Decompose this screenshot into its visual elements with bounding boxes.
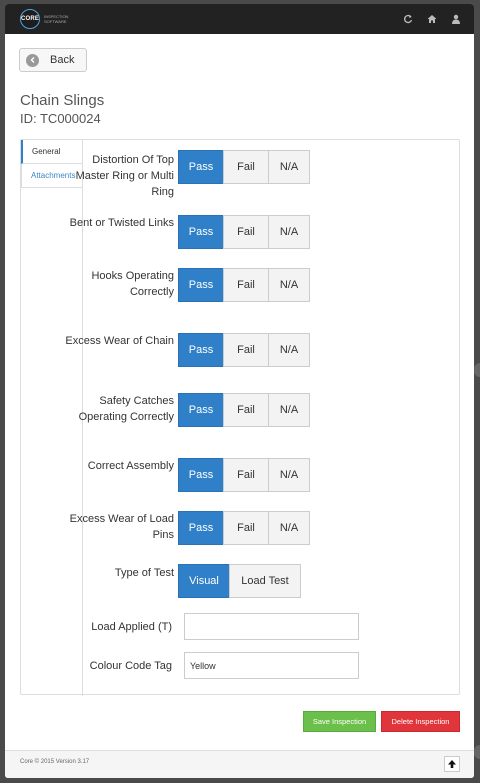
check-row-safety-catches: Safety Catches Operating Correctly Pass …	[79, 393, 454, 443]
na-button[interactable]: N/A	[268, 393, 310, 427]
footer-version: Core © 2015 Version 3.17	[20, 759, 90, 765]
check-row-distortion: Distortion Of Top Master Ring or Multi R…	[76, 150, 454, 200]
pass-fail-group: Pass Fail N/A	[178, 511, 310, 545]
pass-button[interactable]: Pass	[178, 458, 224, 492]
logo[interactable]: CORE INSPECTION SOFTWARE	[20, 9, 74, 29]
check-label: Bent or Twisted Links	[69, 217, 174, 229]
check-row-chain-wear: Excess Wear of Chain Pass Fail N/A	[65, 333, 454, 367]
fail-button[interactable]: Fail	[223, 458, 269, 492]
app-window: CORE INSPECTION SOFTWARE Back Chain Slin…	[5, 4, 474, 778]
check-row-hooks: Hooks Operating Correctly Pass Fail N/A	[84, 268, 454, 318]
logo-badge: CORE	[20, 9, 40, 29]
home-icon[interactable]	[420, 12, 444, 26]
na-button[interactable]: N/A	[268, 333, 310, 367]
pass-button[interactable]: Pass	[178, 150, 224, 184]
pass-button[interactable]: Pass	[178, 268, 224, 302]
pass-button[interactable]: Pass	[178, 215, 224, 249]
user-icon[interactable]	[444, 12, 468, 26]
arrow-left-icon	[26, 53, 39, 67]
fail-button[interactable]: Fail	[223, 511, 269, 545]
visual-button[interactable]: Visual	[178, 564, 230, 598]
check-label: Hooks Operating Correctly	[91, 270, 174, 298]
fail-button[interactable]: Fail	[223, 333, 269, 367]
check-label: Correct Assembly	[87, 460, 174, 472]
back-label: Back	[50, 54, 75, 66]
pass-fail-group: Pass Fail N/A	[178, 393, 310, 427]
delete-inspection-button[interactable]: Delete Inspection	[381, 711, 460, 732]
load-applied-label: Load Applied (T)	[91, 621, 172, 633]
page-title: Chain Slings	[20, 92, 105, 109]
pass-button[interactable]: Pass	[178, 393, 224, 427]
logo-subtitle: INSPECTION SOFTWARE	[44, 14, 69, 24]
na-button[interactable]: N/A	[268, 215, 310, 249]
check-label: Excess Wear of Chain	[65, 335, 174, 347]
arrow-up-icon	[448, 760, 456, 768]
window-edge-handle	[474, 363, 480, 377]
pass-fail-group: Pass Fail N/A	[178, 333, 310, 367]
pass-button[interactable]: Pass	[178, 333, 224, 367]
check-row-bent-links: Bent or Twisted Links Pass Fail N/A	[70, 215, 454, 249]
pass-fail-group: Pass Fail N/A	[178, 215, 310, 249]
top-navbar: CORE INSPECTION SOFTWARE	[5, 4, 474, 34]
test-type-group: Visual Load Test	[178, 564, 301, 598]
window-edge-handle	[474, 745, 480, 759]
fail-button[interactable]: Fail	[223, 393, 269, 427]
inspection-panel: General Attachments Distortion Of Top Ma…	[20, 139, 460, 696]
fail-button[interactable]: Fail	[223, 215, 269, 249]
check-label: Excess Wear of Load Pins	[69, 513, 174, 541]
fail-button[interactable]: Fail	[223, 268, 269, 302]
footer: Core © 2015 Version 3.17	[5, 750, 474, 778]
header-icons	[396, 12, 468, 26]
na-button[interactable]: N/A	[268, 458, 310, 492]
save-inspection-button[interactable]: Save Inspection	[303, 711, 376, 732]
back-button[interactable]: Back	[19, 48, 87, 72]
load-applied-input[interactable]	[184, 613, 359, 640]
record-id: ID: TC000024	[20, 111, 101, 126]
pass-fail-group: Pass Fail N/A	[178, 150, 310, 184]
logo-text: CORE	[20, 16, 40, 22]
refresh-icon[interactable]	[396, 12, 420, 26]
load-test-button[interactable]: Load Test	[229, 564, 301, 598]
na-button[interactable]: N/A	[268, 150, 310, 184]
check-label: Distortion Of Top Master Ring or Multi R…	[75, 154, 174, 198]
na-button[interactable]: N/A	[268, 511, 310, 545]
pass-fail-group: Pass Fail N/A	[178, 458, 310, 492]
fail-button[interactable]: Fail	[223, 150, 269, 184]
na-button[interactable]: N/A	[268, 268, 310, 302]
main-content: Back Chain Slings ID: TC000024 General A…	[5, 34, 474, 750]
colour-code-label: Colour Code Tag	[89, 660, 172, 672]
test-type-row: Type of Test Visual Load Test	[84, 564, 454, 598]
check-row-load-pins: Excess Wear of Load Pins Pass Fail N/A	[70, 511, 454, 545]
pass-button[interactable]: Pass	[178, 511, 224, 545]
pass-fail-group: Pass Fail N/A	[178, 268, 310, 302]
test-type-label: Type of Test	[114, 567, 174, 579]
colour-code-input[interactable]	[184, 652, 359, 679]
colour-code-row: Colour Code Tag	[84, 652, 454, 680]
check-label: Safety Catches Operating Correctly	[78, 395, 174, 423]
load-applied-row: Load Applied (T)	[84, 613, 454, 641]
check-row-assembly: Correct Assembly Pass Fail N/A	[84, 458, 454, 492]
scroll-top-button[interactable]	[444, 756, 460, 772]
